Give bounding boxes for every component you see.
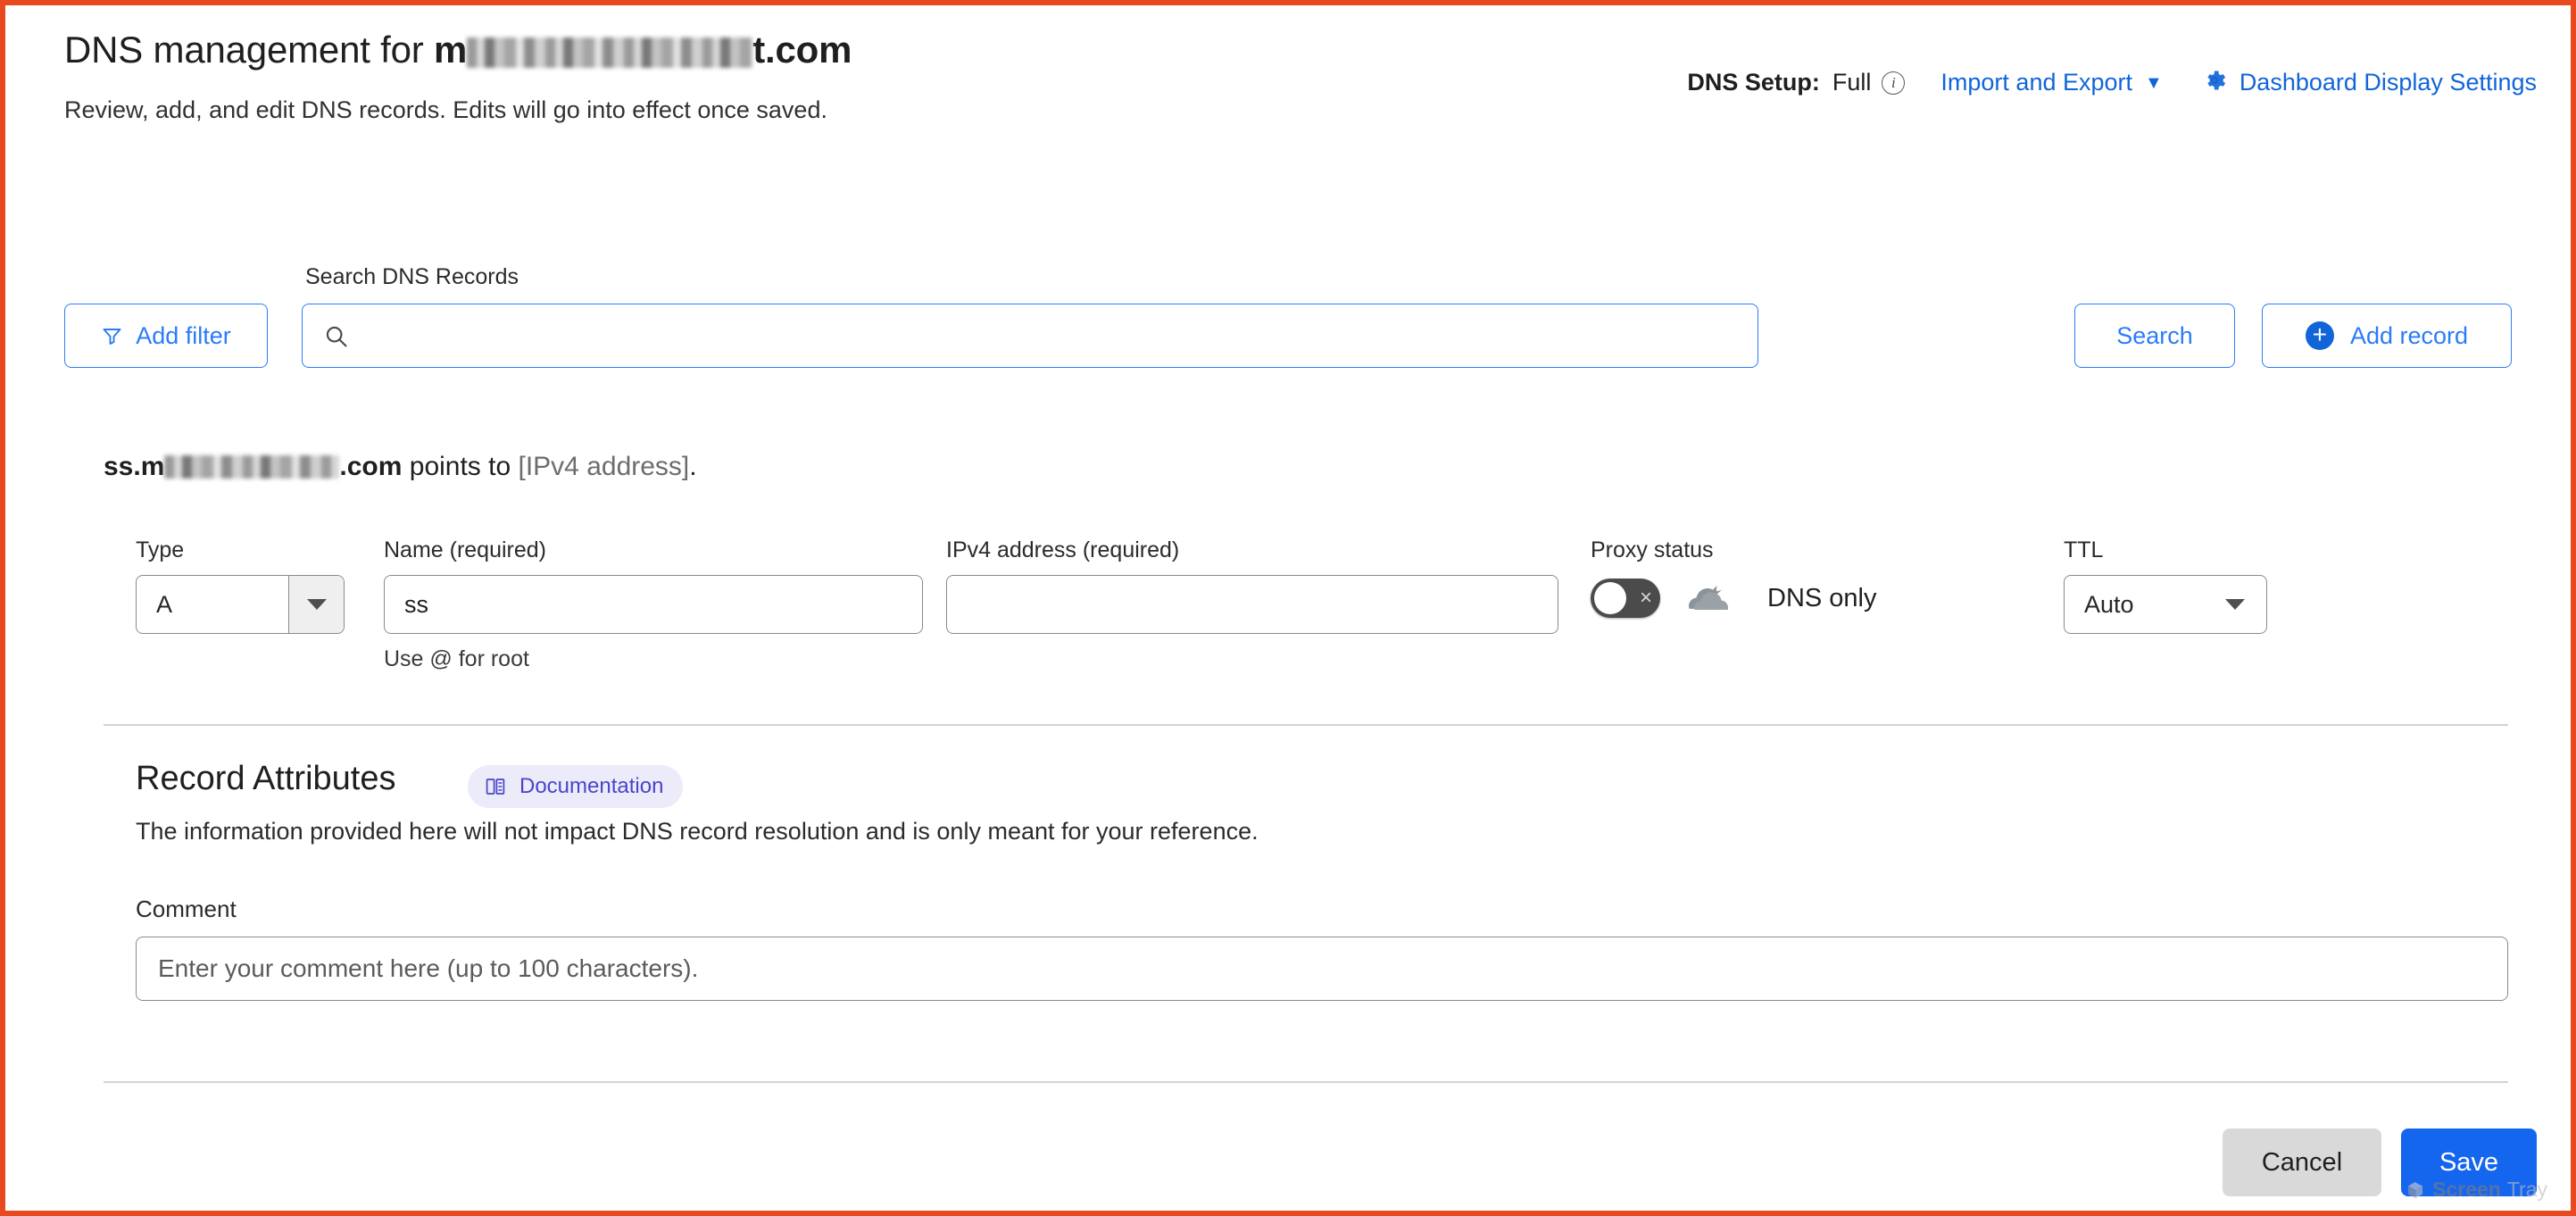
- domain-visible-start: m: [434, 29, 467, 71]
- cancel-button[interactable]: Cancel: [2223, 1129, 2381, 1196]
- cloud-arrow-icon: [1682, 579, 1737, 618]
- record-summary-period: .: [689, 452, 696, 481]
- record-attributes-description: The information provided here will not i…: [136, 818, 1259, 845]
- ipv4-address-input[interactable]: [946, 575, 1558, 634]
- dns-setup-label: DNS Setup:: [1687, 69, 1820, 96]
- add-record-button[interactable]: + Add record: [2262, 304, 2512, 368]
- dns-setup-value: Full: [1832, 69, 1872, 96]
- record-target-placeholder: [IPv4 address]: [519, 452, 690, 481]
- comment-field-label: Comment: [136, 895, 237, 923]
- record-host-prefix: ss.m: [104, 452, 164, 481]
- dns-setup-status: DNS Setup: Full i: [1687, 69, 1905, 96]
- proxy-status-label: Proxy status: [1591, 537, 1714, 563]
- documentation-badge-label: Documentation: [519, 774, 663, 799]
- dns-toolbar: Search DNS Records Add filter Search + A…: [5, 264, 2571, 380]
- chevron-down-icon: [307, 599, 327, 610]
- chevron-down-icon: [2225, 599, 2245, 610]
- documentation-badge[interactable]: Documentation: [468, 765, 683, 808]
- domain-visible-end: t.com: [752, 29, 852, 71]
- ttl-select[interactable]: Auto: [2064, 575, 2267, 634]
- name-field-hint: Use @ for root: [384, 646, 529, 672]
- chevron-down-icon: ▼: [2145, 74, 2163, 92]
- proxy-status-text: DNS only: [1767, 584, 1877, 613]
- redacted-domain-block: [467, 37, 752, 68]
- proxy-status-toggle[interactable]: ×: [1591, 579, 1660, 618]
- comment-input[interactable]: [136, 937, 2508, 1001]
- record-summary-heading: ss.m .com points to [IPv4 address].: [104, 452, 697, 482]
- toggle-off-glyph: ×: [1640, 587, 1652, 609]
- add-record-label: Add record: [2350, 322, 2468, 350]
- type-select-arrow[interactable]: [288, 576, 344, 633]
- header-actions: DNS Setup: Full i Import and Export ▼ Da…: [1687, 68, 2537, 97]
- search-input-label: Search DNS Records: [305, 264, 519, 290]
- dashboard-display-settings-label: Dashboard Display Settings: [2239, 69, 2537, 96]
- name-field-label: Name (required): [384, 537, 546, 563]
- import-and-export-label: Import and Export: [1940, 69, 2132, 96]
- search-button[interactable]: Search: [2074, 304, 2235, 368]
- plus-circle-icon: +: [2306, 321, 2334, 350]
- page-title-domain: m t.com: [434, 29, 852, 71]
- add-filter-button[interactable]: Add filter: [64, 304, 268, 368]
- search-input[interactable]: [302, 304, 1758, 368]
- section-divider-bottom: [104, 1081, 2508, 1083]
- page-header: DNS management for m t.com Review, add, a…: [5, 5, 2571, 220]
- book-icon: [484, 776, 507, 797]
- record-host-suffix: .com: [339, 452, 402, 481]
- page-title-prefix: DNS management for: [64, 29, 434, 71]
- funnel-icon: [101, 325, 123, 346]
- import-and-export-menu[interactable]: Import and Export ▼: [1940, 69, 2162, 96]
- form-footer-actions: Cancel Save: [2223, 1129, 2537, 1196]
- ipv4-field-label: IPv4 address (required): [946, 537, 1179, 563]
- record-attributes-title: Record Attributes: [136, 760, 395, 798]
- proxy-status-control: × DNS only: [1591, 579, 1877, 618]
- page-subtitle: Review, add, and edit DNS records. Edits…: [64, 91, 975, 129]
- section-divider-top: [104, 724, 2508, 726]
- record-points-to-text: points to: [402, 452, 518, 481]
- add-filter-label: Add filter: [136, 322, 231, 350]
- redacted-host-block: [164, 455, 339, 479]
- save-button[interactable]: Save: [2401, 1129, 2537, 1196]
- ttl-field-label: TTL: [2064, 537, 2103, 563]
- search-button-label: Search: [2116, 322, 2193, 350]
- name-input[interactable]: [384, 575, 923, 634]
- info-icon[interactable]: i: [1882, 71, 1905, 95]
- type-select-value: A: [137, 576, 288, 633]
- ttl-select-value: Auto: [2084, 591, 2134, 619]
- dashboard-display-settings-link[interactable]: Dashboard Display Settings: [2202, 68, 2537, 97]
- page-title: DNS management for m t.com: [64, 29, 852, 71]
- dns-management-window: DNS management for m t.com Review, add, a…: [0, 0, 2576, 1216]
- toggle-knob: [1594, 582, 1626, 614]
- type-field-label: Type: [136, 537, 184, 563]
- type-select[interactable]: A: [136, 575, 345, 634]
- gear-icon: [2202, 68, 2227, 97]
